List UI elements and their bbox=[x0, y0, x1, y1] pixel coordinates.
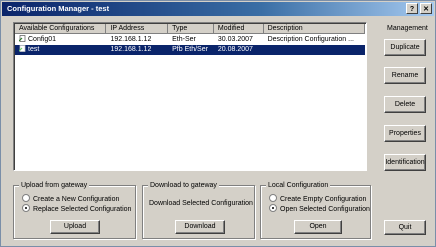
rename-button[interactable]: Rename bbox=[384, 67, 426, 84]
radio-label: Replace Selected Configuration bbox=[33, 206, 132, 213]
radio-label: Create a New Configuration bbox=[33, 196, 120, 203]
create-new-configuration-radio[interactable]: Create a New Configuration bbox=[22, 194, 120, 204]
config-ip: 192.168.1.12 bbox=[110, 36, 152, 43]
config-modified: 30.03.2007 bbox=[217, 36, 253, 43]
identification-button[interactable]: Identification bbox=[384, 154, 426, 171]
config-ip: 192.168.1.12 bbox=[110, 46, 152, 53]
create-empty-configuration-radio[interactable]: Create Empty Configuration bbox=[269, 194, 367, 204]
list-header: Available Configurations IP Address Type… bbox=[15, 24, 365, 34]
table-row-selected[interactable]: test 192.168.1.12 Pfb Eth/Ser 20.08.2007 bbox=[15, 45, 365, 55]
column-header-type[interactable]: Type bbox=[168, 24, 214, 34]
upload-group: Upload from gateway Create a New Configu… bbox=[13, 181, 136, 239]
replace-selected-configuration-radio[interactable]: Replace Selected Configuration bbox=[22, 204, 132, 214]
radio-icon bbox=[22, 194, 30, 203]
config-type: Pfb Eth/Ser bbox=[172, 46, 208, 53]
help-button[interactable]: ? bbox=[406, 3, 418, 14]
column-header-modified[interactable]: Modified bbox=[213, 24, 264, 34]
column-header-ip-address[interactable]: IP Address bbox=[106, 24, 169, 34]
radio-label: Open Selected Configuration bbox=[280, 206, 370, 213]
close-button[interactable]: ✕ bbox=[420, 3, 432, 14]
radio-icon bbox=[269, 194, 277, 203]
configuration-file-icon bbox=[19, 45, 26, 52]
table-row[interactable]: Config01 192.168.1.12 Eth-Ser 30.03.2007… bbox=[15, 35, 365, 45]
config-type: Eth-Ser bbox=[172, 36, 196, 43]
delete-button[interactable]: Delete bbox=[384, 96, 426, 113]
title-bar-buttons: ? ✕ bbox=[406, 3, 432, 15]
download-description: Download Selected Configuration bbox=[149, 200, 253, 207]
radio-icon bbox=[269, 204, 277, 213]
download-group-title: Download to gateway bbox=[148, 181, 219, 190]
column-header-available-configurations[interactable]: Available Configurations bbox=[15, 24, 107, 34]
title-bar[interactable]: Configuration Manager - test ? ✕ bbox=[2, 2, 434, 16]
open-button[interactable]: Open bbox=[294, 220, 342, 234]
local-configuration-group-title: Local Configuration bbox=[266, 181, 331, 190]
config-modified: 20.08.2007 bbox=[217, 46, 253, 53]
quit-button[interactable]: Quit bbox=[384, 220, 426, 235]
open-selected-configuration-radio[interactable]: Open Selected Configuration bbox=[269, 204, 370, 214]
configuration-manager-window: Configuration Manager - test ? ✕ Availab… bbox=[0, 0, 436, 247]
download-group: Download to gateway Download Selected Co… bbox=[142, 181, 255, 239]
config-name: test bbox=[28, 46, 40, 53]
upload-button[interactable]: Upload bbox=[50, 220, 100, 234]
config-name-cell: test bbox=[15, 45, 106, 55]
config-description bbox=[264, 45, 365, 55]
column-header-description[interactable]: Description bbox=[263, 24, 365, 34]
upload-group-title: Upload from gateway bbox=[19, 181, 90, 190]
local-configuration-group: Local Configuration Create Empty Configu… bbox=[260, 181, 371, 239]
config-name-cell: Config01 bbox=[15, 35, 106, 45]
config-name: Config01 bbox=[28, 36, 57, 43]
window-title: Configuration Manager - test bbox=[7, 4, 110, 13]
download-button[interactable]: Download bbox=[175, 220, 225, 234]
radio-label: Create Empty Configuration bbox=[280, 196, 367, 203]
configuration-file-icon bbox=[19, 35, 26, 42]
management-label: Management bbox=[387, 25, 428, 32]
config-description: Description Configuration ... bbox=[267, 36, 354, 43]
radio-icon bbox=[22, 204, 30, 213]
configurations-list[interactable]: Available Configurations IP Address Type… bbox=[13, 22, 367, 171]
properties-button[interactable]: Properties bbox=[384, 125, 426, 142]
duplicate-button[interactable]: Duplicate bbox=[384, 39, 426, 56]
